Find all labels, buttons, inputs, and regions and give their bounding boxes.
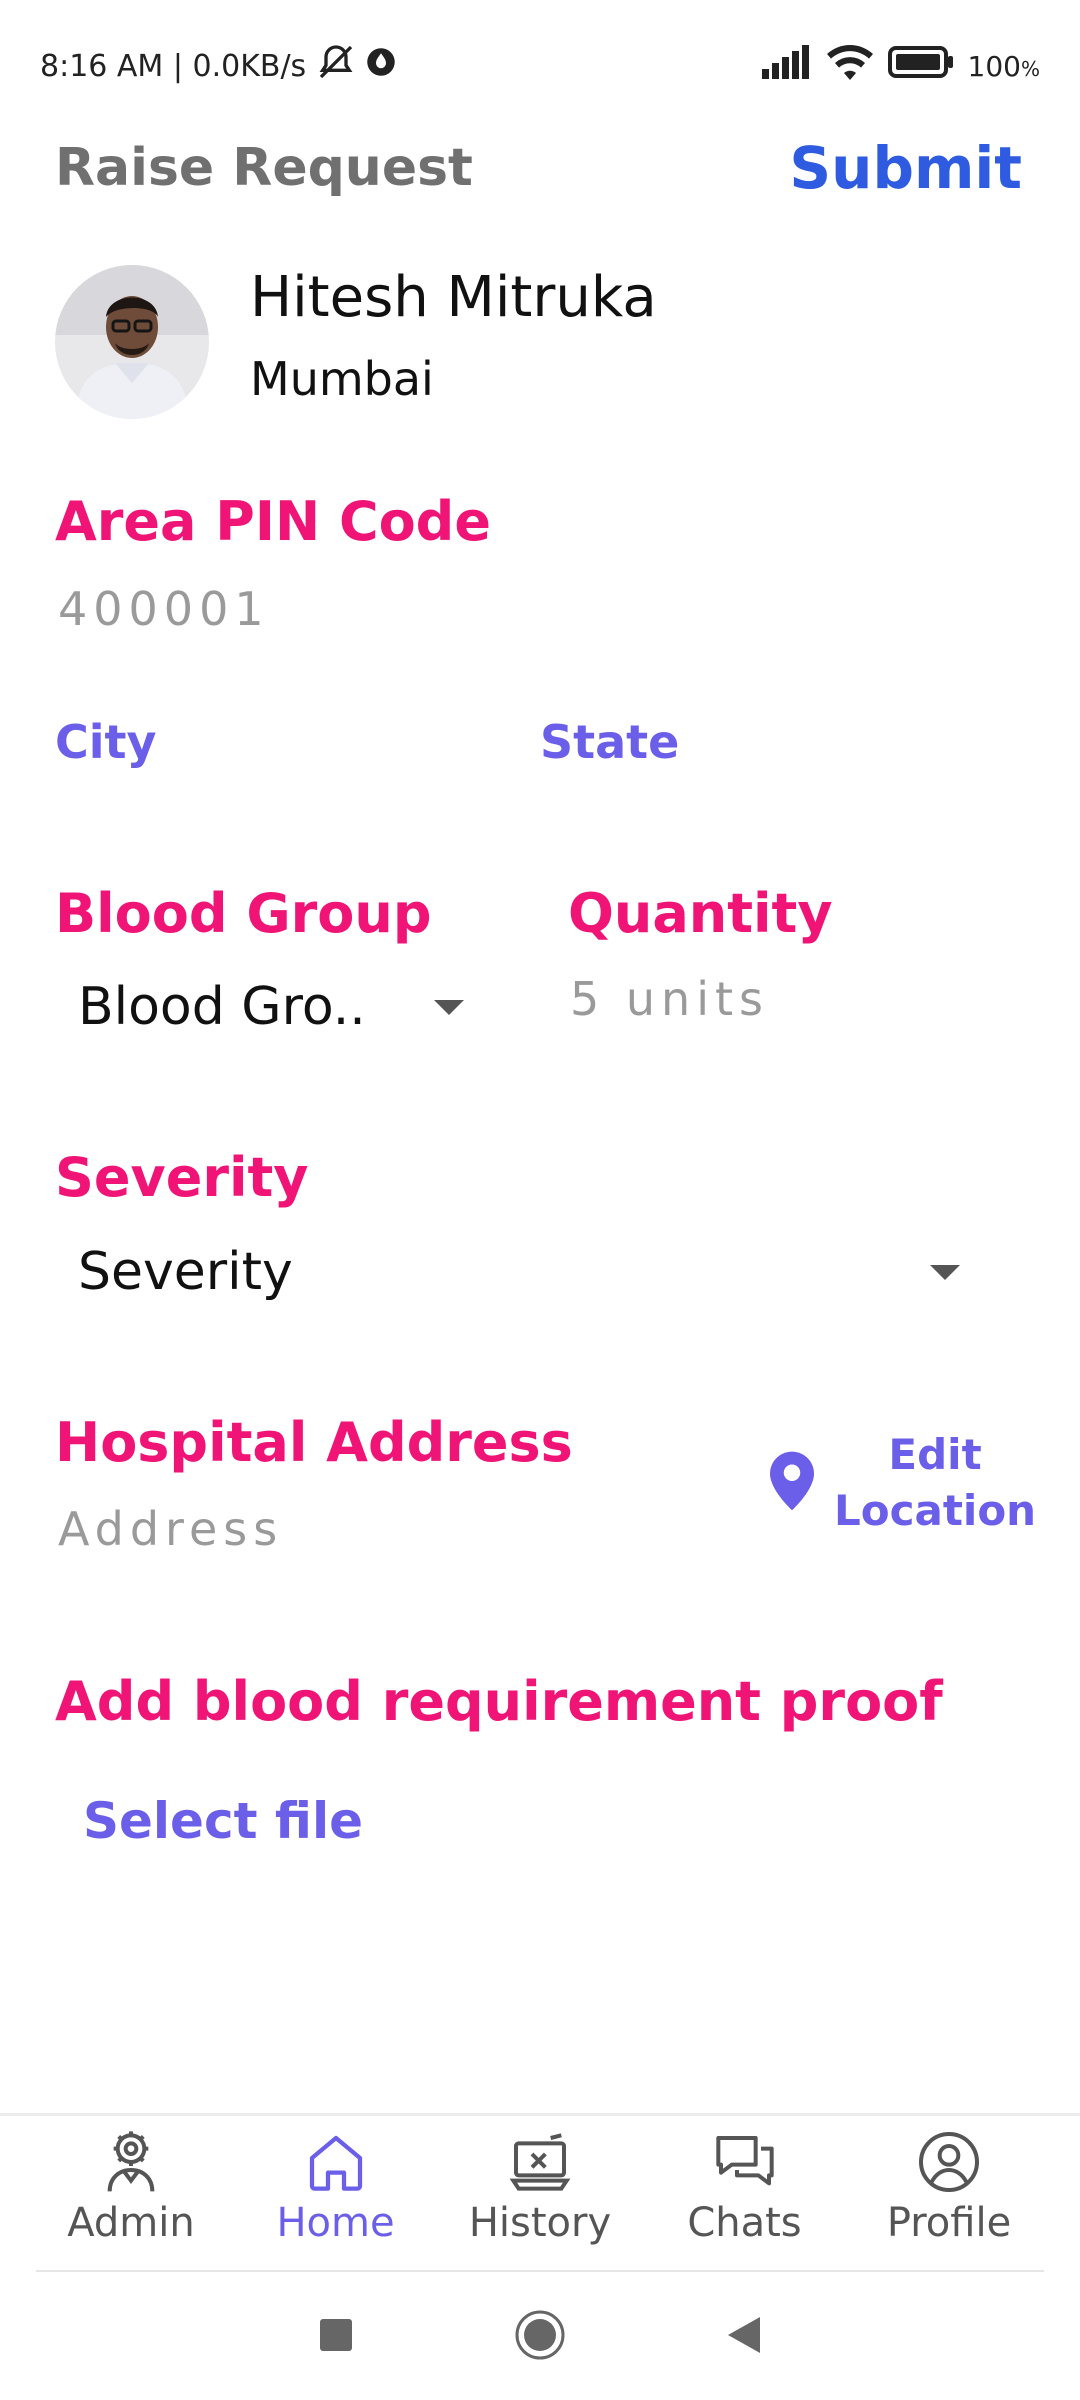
history-icon [509, 2133, 571, 2191]
nav-bottom-divider [36, 2270, 1044, 2272]
drop-notification-icon [366, 47, 396, 85]
admin-gear-person-icon [107, 2131, 155, 2192]
quantity-input[interactable]: 5 units [570, 972, 1030, 1026]
state-label[interactable]: State [540, 715, 679, 769]
home-circle-icon [515, 2310, 565, 2360]
battery-percent: 100% [967, 49, 1040, 83]
back-triangle-icon [728, 2317, 760, 2353]
home-system-button[interactable] [514, 2309, 566, 2361]
battery-icon [887, 46, 954, 86]
avatar [55, 265, 209, 419]
blood-group-dropdown[interactable]: Blood Gro.. [78, 972, 464, 1042]
nav-item-admin[interactable]: Admin [36, 2130, 226, 2270]
pin-code-input[interactable]: 400001 [58, 582, 558, 636]
quantity-label: Quantity [568, 882, 833, 945]
submit-button[interactable]: Submit [789, 134, 1022, 202]
recents-button[interactable] [318, 2317, 354, 2353]
user-city: Mumbai [250, 352, 434, 406]
edit-location-button[interactable]: Edit Location [770, 1428, 1036, 1538]
profile-icon [919, 2132, 979, 2192]
nav-item-history[interactable]: History [445, 2130, 635, 2270]
chevron-down-icon [930, 1264, 960, 1280]
nav-label-history: History [468, 2200, 612, 2246]
severity-selected: Severity [78, 1242, 293, 1302]
recents-square-icon [320, 2319, 352, 2351]
proof-label: Add blood requirement proof [55, 1670, 943, 1733]
nav-label-profile: Profile [886, 2200, 1012, 2246]
nav-item-profile[interactable]: Profile [854, 2130, 1044, 2270]
mute-bell-icon [316, 42, 356, 90]
address-input[interactable]: Address [58, 1502, 658, 1556]
severity-label: Severity [55, 1146, 309, 1209]
user-name: Hitesh Mitruka [250, 265, 657, 330]
status-time-speed: 8:16 AM | 0.0KB/s [40, 48, 307, 84]
chevron-down-icon [434, 999, 464, 1015]
severity-dropdown[interactable]: Severity [78, 1237, 960, 1307]
edit-location-label: Edit Location [834, 1430, 1037, 1535]
nav-label-admin: Admin [67, 2200, 195, 2246]
status-bar-right: 100% [761, 44, 1040, 88]
bottom-nav: Admin Home History Chats Profile [36, 2130, 1044, 2270]
nav-item-home[interactable]: Home [241, 2130, 431, 2270]
system-nav-bar [0, 2290, 1080, 2380]
pin-code-label: Area PIN Code [55, 490, 491, 553]
wifi-icon [826, 44, 874, 88]
blood-group-selected: Blood Gro.. [78, 977, 366, 1037]
select-file-button[interactable]: Select file [83, 1792, 363, 1850]
nav-label-home: Home [276, 2200, 395, 2246]
nav-label-chats: Chats [687, 2200, 802, 2246]
home-icon [309, 2135, 362, 2191]
nav-item-chats[interactable]: Chats [650, 2130, 840, 2270]
hospital-address-label: Hospital Address [55, 1411, 573, 1474]
bottom-nav-divider [0, 2113, 1080, 2116]
chats-icon [715, 2136, 774, 2186]
city-label[interactable]: City [55, 715, 157, 769]
status-bar-left: 8:16 AM | 0.0KB/s [40, 44, 396, 88]
back-button[interactable] [726, 2315, 762, 2355]
location-pin-icon [770, 1451, 814, 1515]
blood-group-label: Blood Group [55, 882, 432, 945]
signal-icon [761, 45, 812, 87]
page-title: Raise Request [55, 138, 473, 198]
